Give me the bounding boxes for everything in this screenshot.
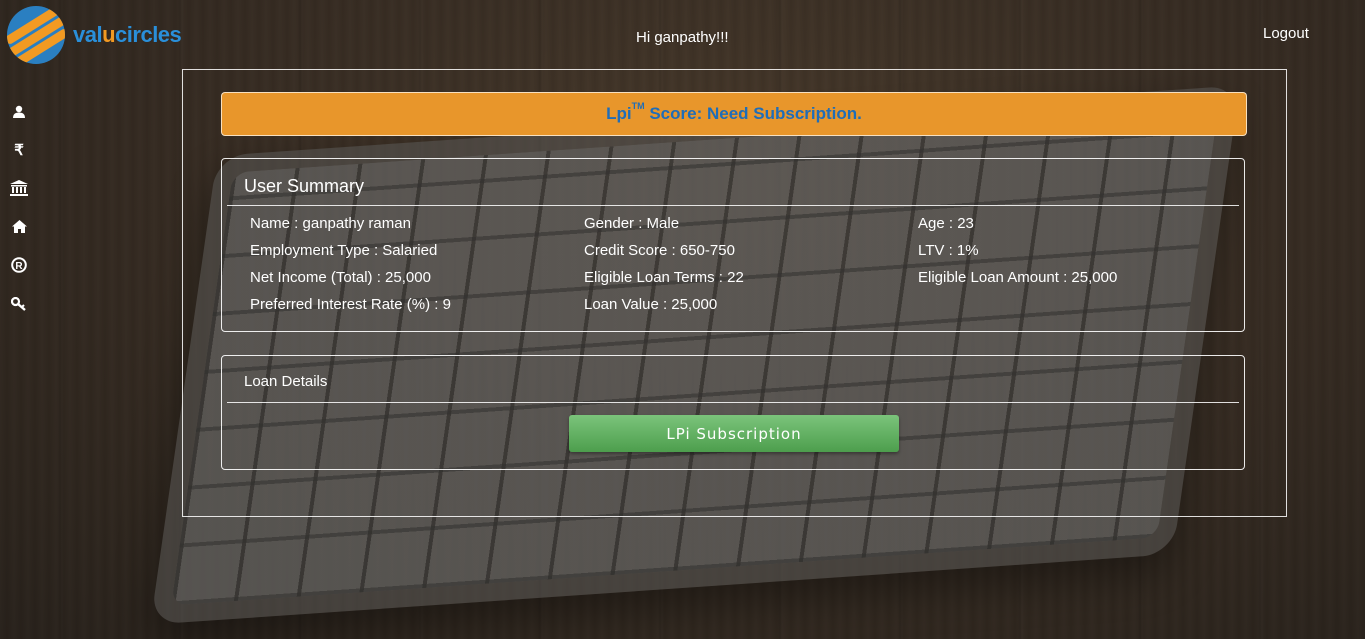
score-prefix: Lpi — [606, 104, 632, 123]
bank-icon[interactable] — [8, 177, 30, 199]
main-container: LpiTM Score: Need Subscription. User Sum… — [182, 69, 1287, 517]
summary-field: Age : 23 — [918, 215, 974, 232]
summary-field: Eligible Loan Amount : 25,000 — [918, 269, 1118, 286]
summary-field: Employment Type : Salaried — [250, 242, 438, 259]
summary-field: Net Income (Total) : 25,000 — [250, 269, 431, 286]
loan-details-panel: Loan Details LPi Subscription — [221, 355, 1245, 470]
sidebar: ₹ R — [8, 100, 30, 331]
score-status: Score: Need Subscription. — [644, 104, 862, 123]
summary-field: Gender : Male — [584, 215, 680, 232]
loan-details-title: Loan Details — [244, 373, 328, 390]
lpi-subscription-button[interactable]: LPi Subscription — [569, 415, 899, 452]
user-greeting: Hi ganpathy!!! — [636, 29, 729, 46]
logo-mark — [7, 6, 65, 64]
divider — [227, 205, 1239, 206]
summary-field: Eligible Loan Terms : 22 — [584, 269, 744, 286]
user-summary-panel: User Summary Name : ganpathy raman Gende… — [221, 158, 1245, 332]
svg-text:R: R — [15, 261, 23, 272]
lpi-score-banner: LpiTM Score: Need Subscription. — [221, 92, 1247, 136]
summary-field: Preferred Interest Rate (%) : 9 — [250, 296, 451, 313]
user-icon[interactable] — [8, 100, 30, 122]
user-summary-title: User Summary — [244, 176, 365, 196]
logo[interactable]: valucircles — [7, 6, 182, 64]
divider — [227, 402, 1239, 403]
key-icon[interactable] — [8, 293, 30, 315]
logout-link[interactable]: Logout — [1263, 25, 1309, 42]
trademark-mark: TM — [631, 101, 645, 111]
registered-icon[interactable]: R — [8, 254, 30, 276]
home-icon[interactable] — [8, 216, 30, 238]
summary-field: LTV : 1% — [918, 242, 979, 259]
summary-field: Name : ganpathy raman — [250, 215, 411, 232]
summary-field: Credit Score : 650-750 — [584, 242, 735, 259]
rupee-icon[interactable]: ₹ — [8, 139, 30, 161]
logo-text: valucircles — [73, 22, 182, 47]
summary-field: Loan Value : 25,000 — [584, 296, 718, 313]
summary-fields: Name : ganpathy raman Gender : Male Age … — [250, 215, 1250, 323]
